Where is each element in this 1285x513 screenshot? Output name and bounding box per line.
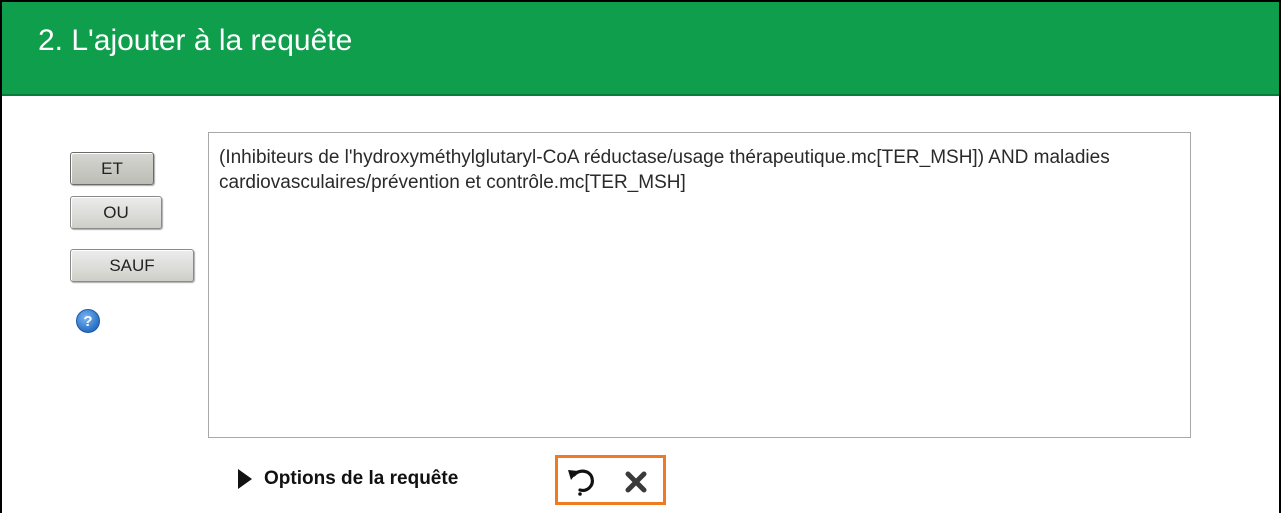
undo-icon[interactable] (565, 466, 597, 496)
not-button[interactable]: SAUF (70, 249, 194, 282)
query-panel: 2. L'ajouter à la requête ET OU SAUF ? (… (0, 0, 1281, 513)
section-title: 2. L'ajouter à la requête (38, 24, 353, 57)
query-textarea[interactable]: (Inhibiteurs de l'hydroxyméthylglutaryl-… (208, 132, 1191, 438)
section-header: 2. L'ajouter à la requête (2, 2, 1279, 96)
help-icon[interactable]: ? (76, 309, 100, 333)
query-options-label: Options de la requête (264, 468, 459, 489)
and-button[interactable]: ET (70, 152, 154, 185)
clear-icon[interactable] (624, 470, 648, 494)
triangle-right-icon (238, 469, 252, 489)
query-actions-group (555, 455, 666, 505)
query-options-toggle[interactable]: Options de la requête (238, 468, 458, 490)
or-button[interactable]: OU (70, 196, 162, 229)
